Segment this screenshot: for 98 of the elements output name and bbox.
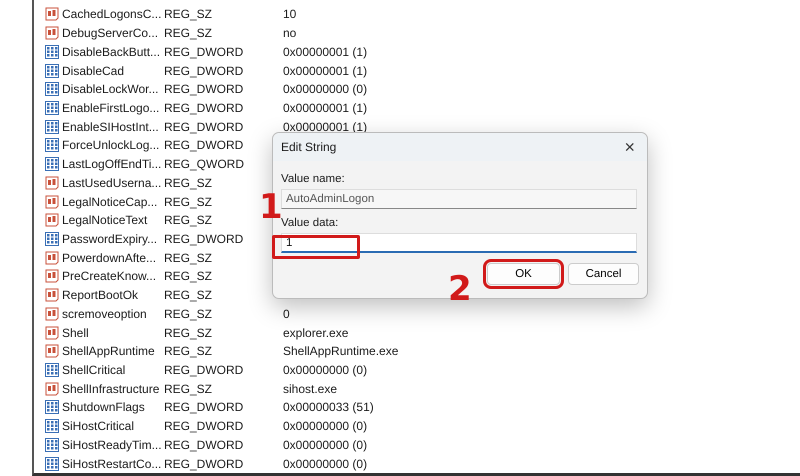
string-value-icon bbox=[45, 194, 59, 209]
binary-value-icon bbox=[45, 456, 59, 471]
value-name[interactable]: SiHostRestartCo... bbox=[62, 456, 164, 471]
binary-value-icon bbox=[45, 157, 59, 172]
dialog-title: Edit String bbox=[281, 140, 336, 154]
value-type: REG_DWORD bbox=[164, 100, 244, 115]
field-label: Value name: bbox=[281, 173, 346, 185]
binary-value-icon bbox=[45, 82, 59, 96]
value-name[interactable]: ShellCritical bbox=[62, 363, 164, 378]
step-number: 2 bbox=[448, 272, 472, 306]
value-data-field[interactable]: 1 bbox=[281, 233, 637, 253]
value-name[interactable]: ShellAppRuntime bbox=[62, 344, 164, 358]
value-type: REG_SZ bbox=[164, 344, 212, 358]
value-data: 0x00000000 (0) bbox=[283, 438, 368, 452]
value-data: no bbox=[283, 26, 296, 40]
value-name[interactable]: CachedLogonsC... bbox=[62, 7, 164, 22]
value-name-field[interactable]: AutoAdminLogon bbox=[281, 189, 637, 209]
value-data: 0x00000000 (0) bbox=[283, 456, 368, 471]
value-type: REG_DWORD bbox=[164, 138, 244, 152]
value-name[interactable]: LegalNoticeCap... bbox=[62, 194, 164, 209]
value-name[interactable]: EnableFirstLogo... bbox=[62, 100, 164, 115]
value-data: 10 bbox=[283, 7, 296, 22]
value-data: explorer.exe bbox=[283, 326, 348, 340]
value-data: 0x00000001 (1) bbox=[283, 64, 368, 78]
binary-value-icon bbox=[45, 232, 59, 246]
cancel-button[interactable]: Cancel bbox=[568, 263, 639, 285]
value-name[interactable]: DisableBackButt... bbox=[62, 44, 164, 59]
binary-value-icon bbox=[45, 400, 59, 414]
binary-value-icon bbox=[45, 138, 59, 152]
value-type: REG_QWORD bbox=[164, 157, 244, 172]
value-data: 0 bbox=[283, 306, 290, 321]
value-type: REG_DWORD bbox=[164, 82, 244, 96]
value-name[interactable]: SiHostReadyTim... bbox=[62, 438, 164, 452]
value-name[interactable]: EnableSIHostInt... bbox=[62, 120, 164, 134]
string-value-icon bbox=[45, 326, 59, 340]
value-type: REG_SZ bbox=[164, 326, 212, 340]
close-button[interactable]: × bbox=[620, 136, 639, 158]
value-type: REG_DWORD bbox=[164, 438, 244, 452]
value-type: REG_SZ bbox=[164, 306, 212, 321]
value-type: REG_SZ bbox=[164, 213, 212, 228]
value-type: REG_DWORD bbox=[164, 232, 244, 246]
value-name[interactable]: PowerdownAfte... bbox=[62, 250, 164, 265]
field-label: Value data: bbox=[281, 217, 340, 229]
value-data: ShellAppRuntime.exe bbox=[283, 344, 398, 358]
binary-value-icon bbox=[45, 120, 59, 134]
value-name[interactable]: DisableLockWor... bbox=[62, 82, 164, 96]
binary-value-icon bbox=[45, 419, 59, 434]
value-type: REG_DWORD bbox=[164, 400, 244, 414]
value-type: REG_SZ bbox=[164, 250, 212, 265]
value-name[interactable]: ShellInfrastructure bbox=[62, 382, 164, 396]
value-name[interactable]: ShutdownFlags bbox=[62, 400, 164, 414]
value-data: 0x00000000 (0) bbox=[283, 82, 368, 96]
string-value-icon bbox=[45, 176, 59, 190]
value-data: sihost.exe bbox=[283, 382, 338, 396]
value-name[interactable]: LegalNoticeText bbox=[62, 213, 164, 228]
value-type: REG_SZ bbox=[164, 7, 212, 22]
value-name[interactable]: ReportBootOk bbox=[62, 288, 164, 302]
value-type: REG_DWORD bbox=[164, 120, 244, 134]
binary-value-icon bbox=[45, 44, 59, 59]
value-type: REG_DWORD bbox=[164, 64, 244, 78]
value-name[interactable]: PasswordExpiry... bbox=[62, 232, 164, 246]
binary-value-icon bbox=[45, 100, 59, 115]
string-value-icon bbox=[45, 344, 59, 358]
value-type: REG_SZ bbox=[164, 194, 212, 209]
value-data: 0x00000001 (1) bbox=[283, 44, 368, 59]
value-type: REG_SZ bbox=[164, 382, 212, 396]
value-name[interactable]: Shell bbox=[62, 326, 164, 340]
value-name[interactable]: LastLogOffEndTi... bbox=[62, 157, 164, 172]
value-name[interactable]: DebugServerCo... bbox=[62, 26, 164, 40]
value-type: REG_SZ bbox=[164, 26, 212, 40]
string-value-icon bbox=[45, 382, 59, 396]
value-type: REG_DWORD bbox=[164, 419, 244, 434]
string-value-icon bbox=[45, 213, 59, 228]
value-data: 0x00000033 (51) bbox=[283, 400, 374, 414]
value-type: REG_DWORD bbox=[164, 456, 244, 471]
value-data: 0x00000001 (1) bbox=[283, 100, 368, 115]
binary-value-icon bbox=[45, 64, 59, 78]
value-data: 0x00000000 (0) bbox=[283, 363, 368, 378]
binary-value-icon bbox=[45, 363, 59, 378]
value-name[interactable]: ForceUnlockLog... bbox=[62, 138, 164, 152]
value-name[interactable]: scremoveoption bbox=[62, 306, 164, 321]
string-value-icon bbox=[45, 306, 59, 321]
value-name[interactable]: PreCreateKnow... bbox=[62, 269, 164, 284]
value-name[interactable]: SiHostCritical bbox=[62, 419, 164, 434]
value-type: REG_SZ bbox=[164, 288, 212, 302]
string-value-icon bbox=[45, 250, 59, 265]
value-type: REG_DWORD bbox=[164, 44, 244, 59]
binary-value-icon bbox=[45, 438, 59, 452]
string-value-icon bbox=[45, 7, 59, 22]
string-value-icon bbox=[45, 288, 59, 302]
value-name[interactable]: DisableCad bbox=[62, 64, 164, 78]
string-value-icon bbox=[45, 269, 59, 284]
value-type: REG_SZ bbox=[164, 176, 212, 190]
value-type: REG_DWORD bbox=[164, 363, 244, 378]
value-data: 0x00000000 (0) bbox=[283, 419, 368, 434]
string-value-icon bbox=[45, 26, 59, 40]
value-name[interactable]: LastUsedUserna... bbox=[62, 176, 164, 190]
value-type: REG_SZ bbox=[164, 269, 212, 284]
